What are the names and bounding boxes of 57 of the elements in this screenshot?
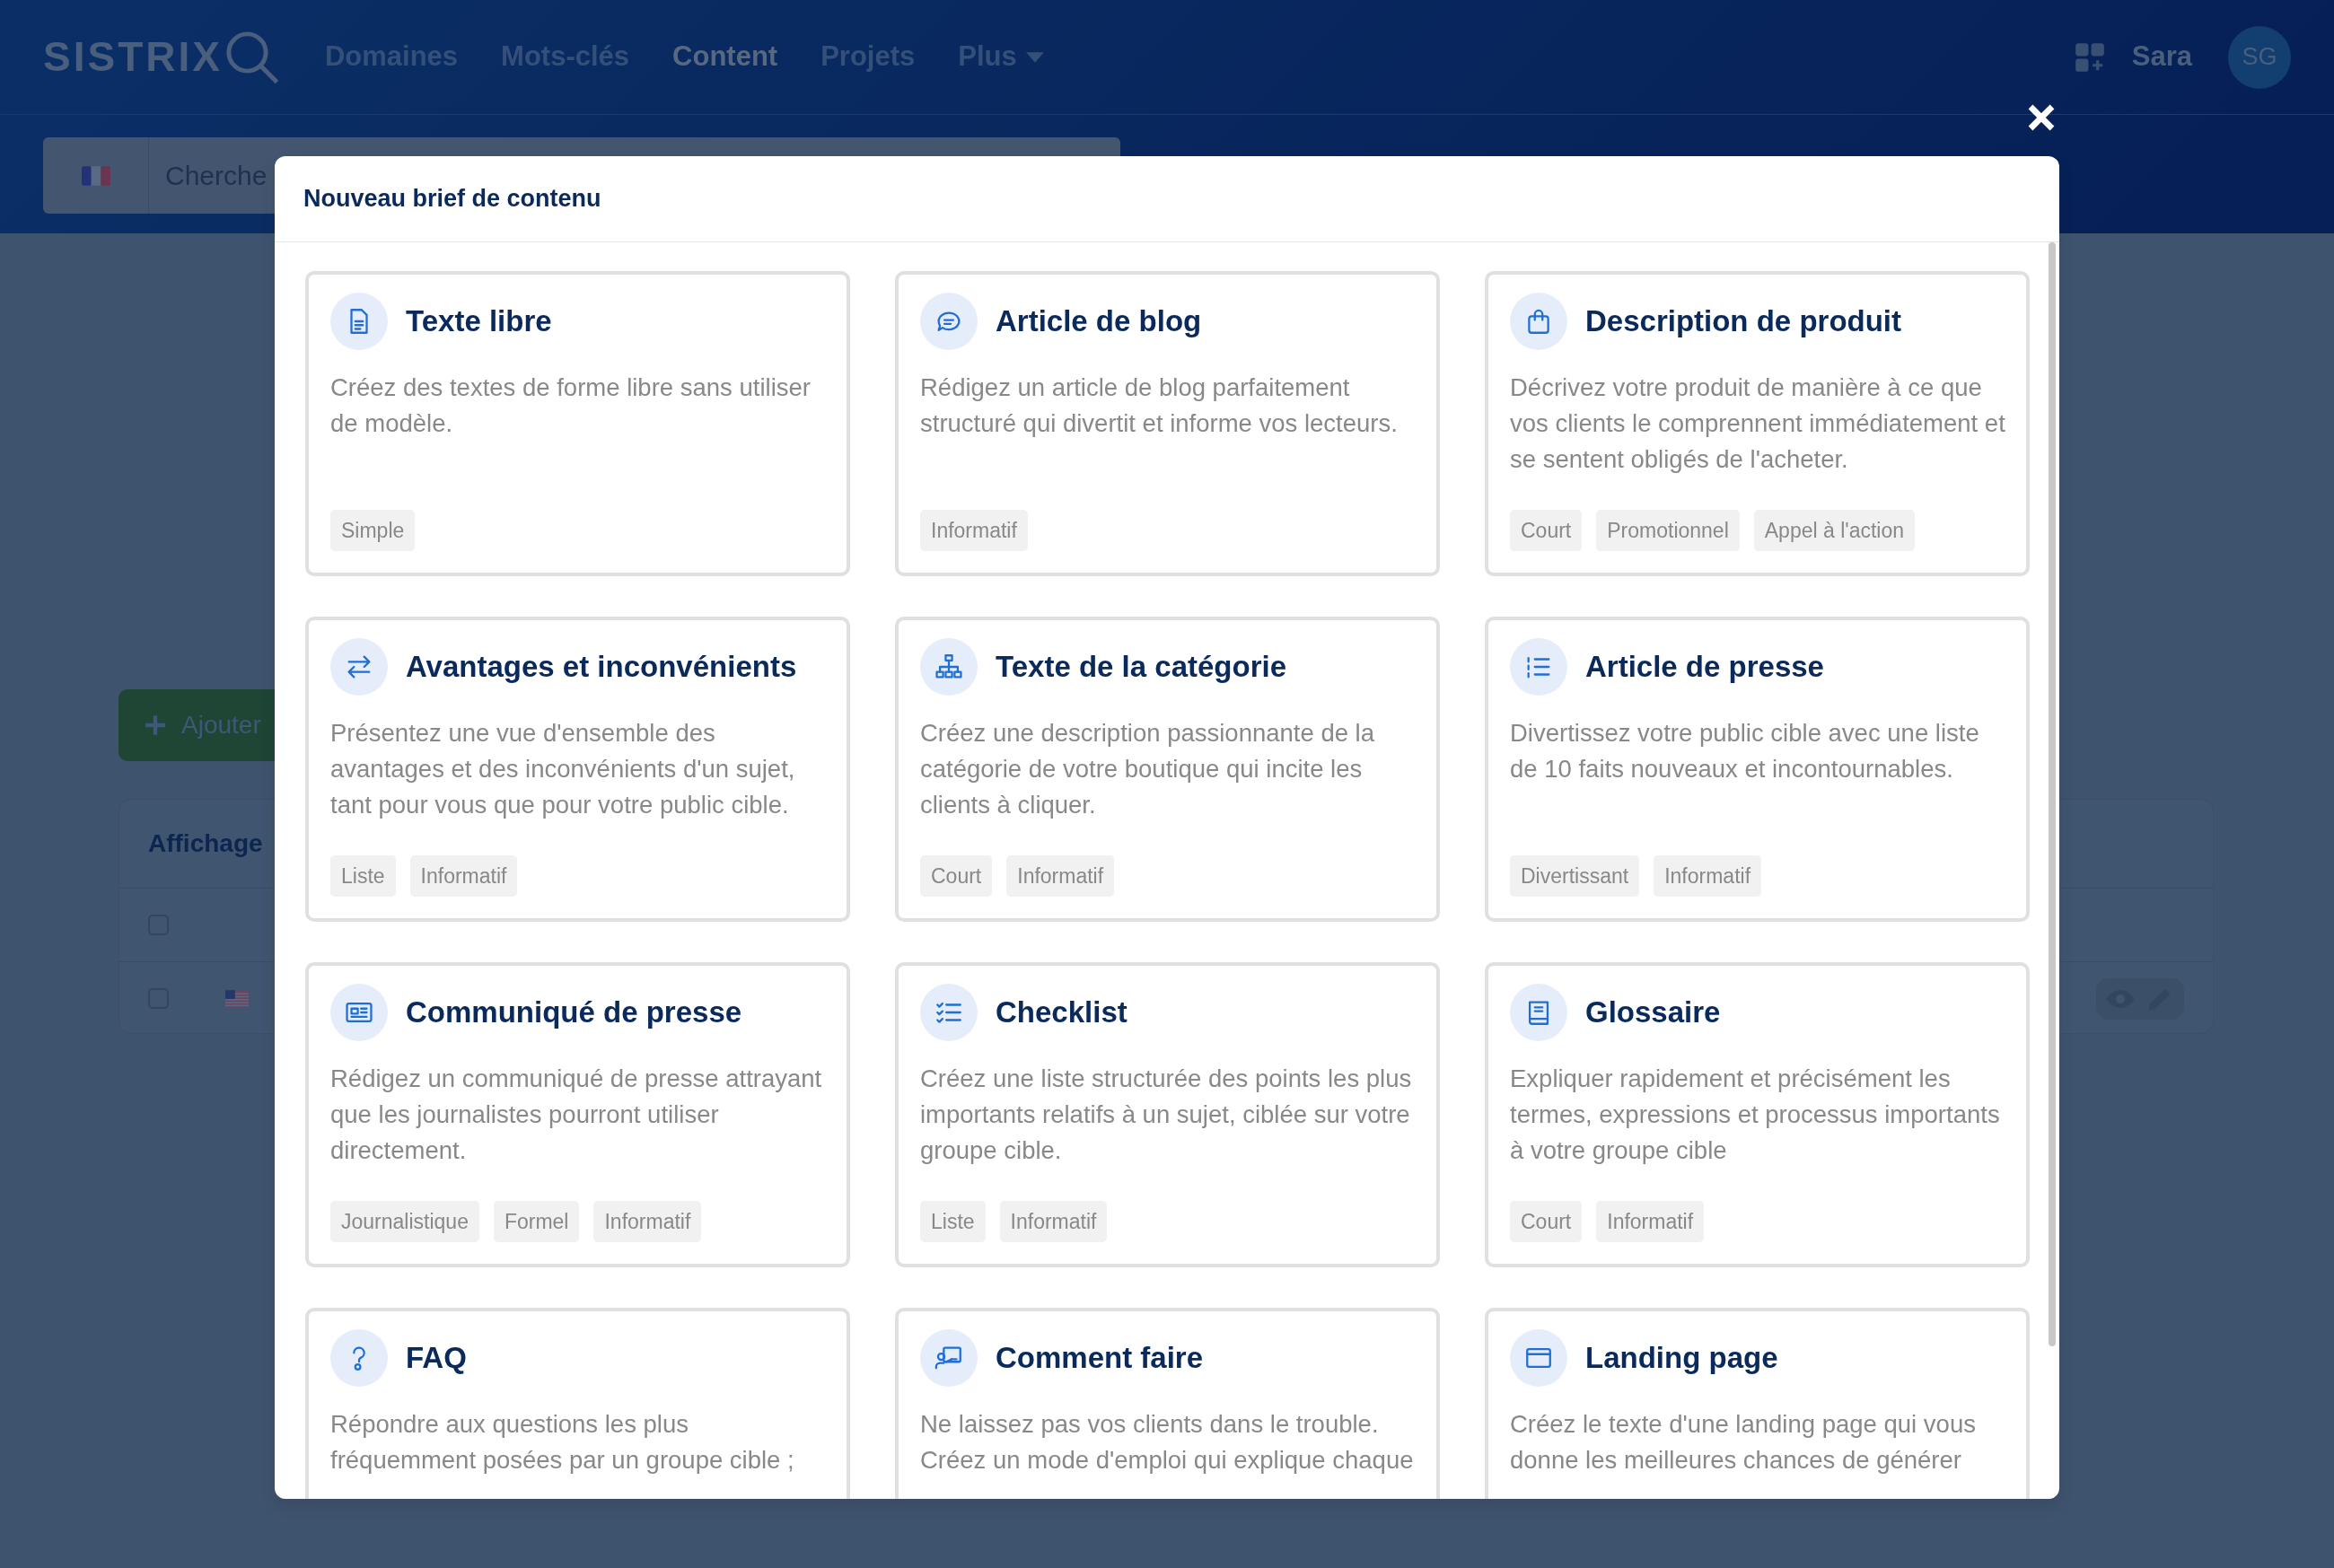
template-card[interactable]: Communiqué de presse Rédigez un communiqué de presse attrayant que les journalistes pourront utiliser directement. Journalistique Formel Informatif [305,962,850,1267]
tag: Informatif [409,854,518,897]
template-card[interactable]: Article de blog Rédigez un article de blog parfaitement structuré qui divertit et informe vos lecteurs. Informatif [895,271,1440,576]
card-description: Rédigez un communiqué de presse attrayant que les journalistes pourront utiliser directement. [330,1064,823,1166]
template-card[interactable]: Glossaire Expliquer rapidement et précisément les termes, expressions et processus importants à votre groupe cible Court Informatif [1485,962,2030,1267]
card-description: Créez une description passionnante de la catégorie de votre boutique qui incite les clients à cliquer. [920,718,1376,820]
card-title: Avantages et inconvénients [406,649,797,686]
card-description: Créez une liste structurée des points les plus importants relatifs à un sujet, ciblée sur votre groupe cible. [920,1064,1413,1166]
card-description: Répondre aux questions les plus fréquemment posées par un groupe cible ; [330,1409,795,1476]
modal-title: Nouveau brief de contenu [303,184,601,215]
card-title: Glossaire [1585,994,1721,1031]
tag: Informatif [1596,1200,1705,1242]
card-title: Description de produit [1585,303,1901,340]
card-title: Texte de la catégorie [996,649,1287,686]
tag: Liste [920,1200,986,1242]
caret-icon [1025,51,1044,63]
tag: Simple [330,509,416,551]
tag: Court [1510,1200,1583,1242]
card-description: Rédigez un article de blog parfaitement structuré qui divertit et informe vos lecteurs. [920,372,1399,439]
card-description: Décrivez votre produit de manière à ce que vos clients le comprennent immédiatement et se sentent obligés de l'acheter. [1510,372,2006,475]
card-title: Texte libre [406,303,552,340]
plus-icon [144,714,167,737]
tag: Liste [330,854,396,897]
card-description: Expliquer rapidement et précisément les termes, expressions et processus importants à votre groupe cible [1510,1064,2001,1166]
tag: Informatif [1654,854,1762,897]
tag: Informatif [593,1200,702,1242]
tag: Formel [493,1200,580,1242]
template-card[interactable]: FAQ Répondre aux questions les plus fréquemment posées par un groupe cible ; [305,1308,850,1499]
card-description: Ne laissez pas vos clients dans le trouble. Créez un mode d'emploi qui explique chaque [920,1409,1415,1476]
template-card[interactable]: Article de presse Divertissez votre public cible avec une liste de 10 faits nouveaux et incontournables. Divertissant Informatif [1485,617,2030,922]
tag: Appel à l'action [1753,509,1916,551]
card-description: Divertissez votre public cible avec une liste de 10 faits nouveaux et incontournables. [1510,718,1980,784]
tag: Promotionnel [1596,509,1740,551]
tag: Divertissant [1510,854,1640,897]
card-title: Article de blog [996,303,1202,340]
tag: Informatif [999,1200,1108,1242]
card-title: FAQ [406,1340,467,1377]
tag: Informatif [1006,854,1115,897]
template-card[interactable]: Avantages et inconvénients Présentez une vue d'ensemble des avantages et des inconvénients d'un sujet, tant pour vous que pour votre public cible. Liste Informatif [305,617,850,922]
card-title: Comment faire [996,1340,1204,1377]
template-card[interactable]: Texte libre Créez des textes de forme libre sans utiliser de modèle. Simple [305,271,850,576]
tag: Court [920,854,993,897]
tag: Informatif [920,509,1028,551]
card-title: Checklist [996,994,1128,1031]
tag: Journalistique [330,1200,479,1242]
card-description: Créez le texte d'une landing page qui vous donne les meilleures chances de générer [1510,1409,1977,1476]
card-description: Créez des textes de forme libre sans utiliser de modèle. [330,372,812,439]
template-card[interactable]: Description de produit Décrivez votre produit de manière à ce que vos clients le comprennent immédiatement et se sentent obligés de l'acheter. Court Promotionnel Appel à l'action [1485,271,2030,576]
card-title: Landing page [1585,1340,1778,1377]
template-card[interactable]: Comment faire Ne laissez pas vos clients dans le trouble. Créez un mode d'emploi qui explique chaque [895,1308,1440,1499]
card-title: Communiqué de presse [406,994,742,1031]
scrollbar-thumb[interactable] [2049,242,2056,1346]
template-card[interactable]: Texte de la catégorie Créez une description passionnante de la catégorie de votre boutique qui incite les clients à cliquer. Court Informatif [895,617,1440,922]
template-card[interactable]: Checklist Créez une liste structurée des points les plus importants relatifs à un sujet, ciblée sur votre groupe cible. Liste Informatif [895,962,1440,1267]
tag: Court [1510,509,1583,551]
template-card[interactable]: Landing page Créez le texte d'une landing page qui vous donne les meilleures chances de générer [1485,1308,2030,1499]
card-title: Article de presse [1585,649,1824,686]
